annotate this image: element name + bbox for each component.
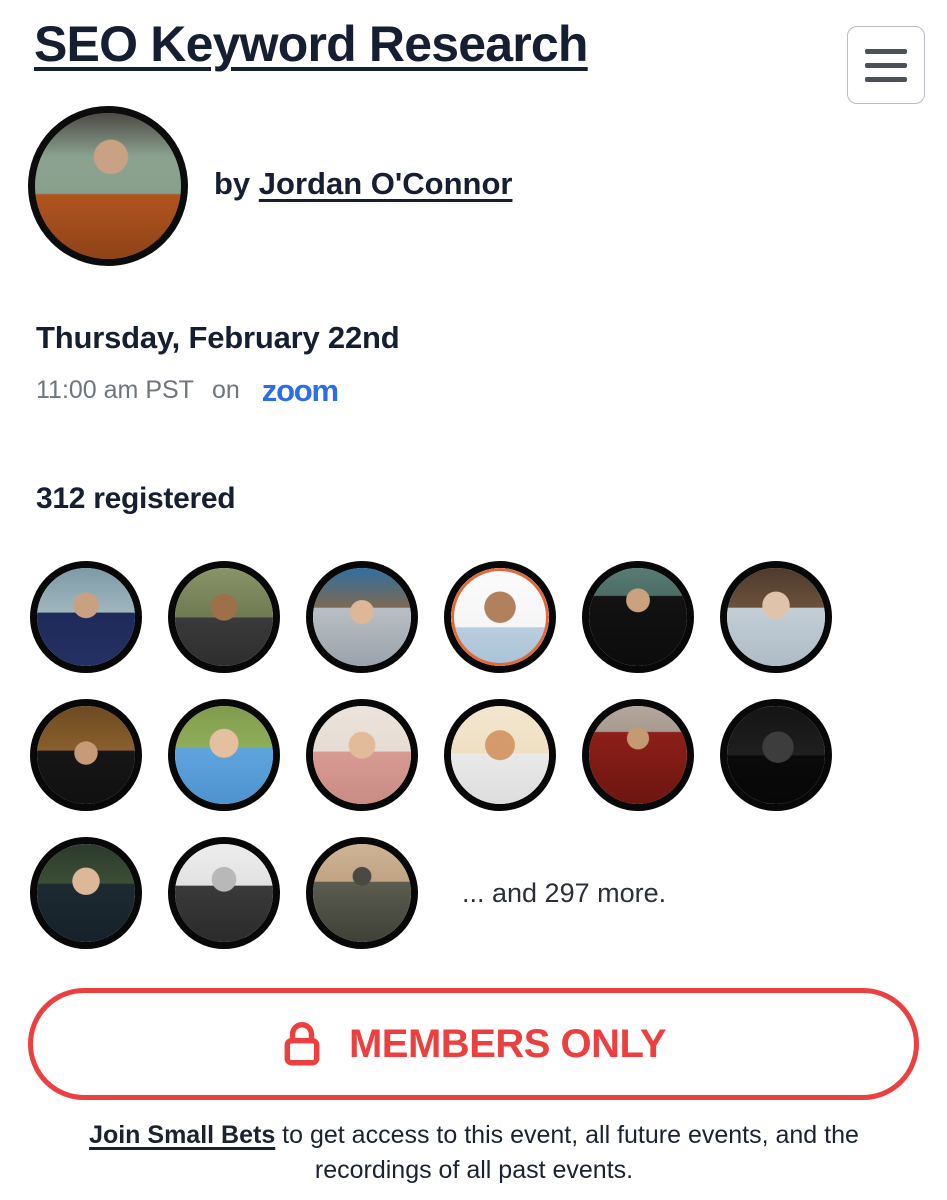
registered-count: 312 registered [36,482,236,515]
author-row: by Jordan O'Connor [0,106,947,266]
attendee-avatar-3-image [313,568,411,666]
attendee-avatar-4[interactable] [444,561,556,673]
attendee-avatar-row-2 [30,686,910,824]
event-page: SEO Keyword Research by Jordan O'Connor … [0,0,947,1200]
author-prefix: by [214,166,259,201]
attendee-avatar-5-image [589,568,687,666]
hamburger-icon-bar-3 [865,76,907,82]
attendee-avatar-11[interactable] [582,699,694,811]
footer-note: Join Small Bets to get access to this ev… [34,1118,914,1187]
join-small-bets-link[interactable]: Join Small Bets [89,1121,275,1149]
event-on-word: on [211,376,240,404]
attendee-avatar-6[interactable] [720,561,832,673]
hamburger-icon-bar-2 [865,62,907,68]
page-header: SEO Keyword Research [0,0,947,110]
page-title[interactable]: SEO Keyword Research [34,16,588,74]
attendee-avatar-8[interactable] [168,699,280,811]
attendee-avatar-10[interactable] [444,699,556,811]
attendee-avatar-8-image [175,706,273,804]
footer-note-text: to get access to this event, all future … [275,1121,859,1184]
attendee-avatar-10-image [451,706,549,804]
event-date: Thursday, February 22nd [36,320,400,355]
event-time-row: 11:00 am PST on zoom [36,370,399,408]
attendee-avatar-grid: ... and 297 more. [30,548,910,962]
attendee-avatar-4-image [451,568,549,666]
author-avatar-image [35,113,181,259]
hamburger-icon-bar-1 [865,48,907,54]
hamburger-menu-button[interactable] [847,26,925,104]
attendee-avatar-14-image [175,844,273,942]
members-only-button[interactable]: MEMBERS ONLY [28,988,919,1100]
attendee-avatar-7-image [37,706,135,804]
event-datetime-block: Thursday, February 22nd 11:00 am PST on … [36,320,400,408]
attendee-avatar-2-image [175,568,273,666]
attendee-avatar-15[interactable] [306,837,418,949]
attendee-avatar-12-image [727,706,825,804]
zoom-logo: zoom [261,373,339,408]
author-avatar [28,106,188,266]
attendee-avatar-11-image [589,706,687,804]
author-byline: by Jordan O'Connor [214,166,512,202]
attendee-avatar-1[interactable] [30,561,142,673]
attendee-avatar-7[interactable] [30,699,142,811]
attendee-avatar-5[interactable] [582,561,694,673]
attendee-avatar-13[interactable] [30,837,142,949]
and-more-label: ... and 297 more. [462,877,667,908]
attendee-avatar-9[interactable] [306,699,418,811]
attendee-avatar-6-image [727,568,825,666]
attendee-avatar-1-image [37,568,135,666]
attendee-avatar-3[interactable] [306,561,418,673]
attendee-avatar-9-image [313,706,411,804]
event-time: 11:00 am PST [36,376,194,404]
attendee-avatar-2[interactable] [168,561,280,673]
members-only-label: MEMBERS ONLY [348,1021,667,1066]
attendee-avatar-14[interactable] [168,837,280,949]
attendee-avatar-13-image [37,844,135,942]
attendee-avatar-12[interactable] [720,699,832,811]
attendee-avatar-row-3: ... and 297 more. [30,824,910,962]
author-name-link[interactable]: Jordan O'Connor [259,166,513,201]
attendee-avatar-15-image [313,844,411,942]
attendee-avatar-row-1 [30,548,910,686]
lock-icon [284,1022,320,1066]
